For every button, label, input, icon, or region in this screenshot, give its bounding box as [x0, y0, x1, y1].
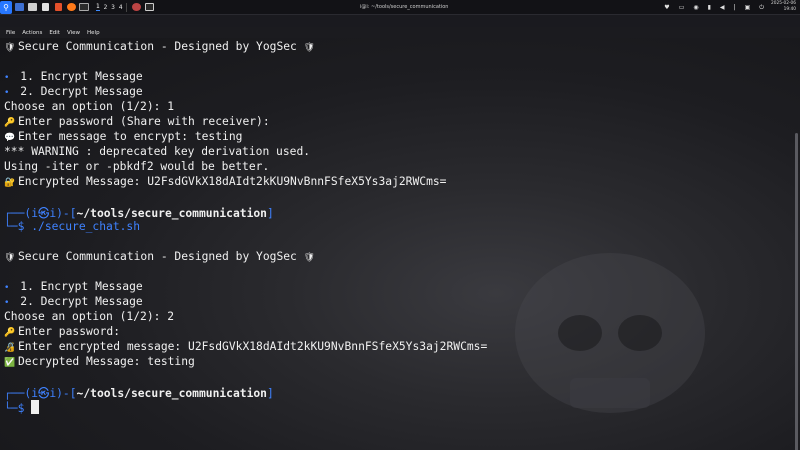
terminal-line: 💬 Enter message to encrypt: testing [4, 130, 243, 143]
terminal-line: • 1. Encrypt Message [4, 280, 143, 293]
prompt-close: ] [266, 207, 274, 220]
prompt-host: i)-[ [49, 387, 77, 400]
text-editor-icon[interactable] [39, 1, 51, 14]
text-cursor [31, 400, 40, 414]
bullet-icon: • [4, 73, 21, 83]
prompt-at: ㉿ [38, 207, 50, 220]
terminal-line: 🔑 Enter password (Share with receiver): [4, 115, 270, 128]
terminal-line: 🛡 Secure Communication - Designed by YogS… [4, 40, 318, 55]
window-title: i@i: ~/tools/secure_communication [360, 4, 449, 10]
terminal-line: 🛡 Secure Communication - Designed by YogS… [4, 250, 318, 265]
terminal-dropdown-icon[interactable] [78, 1, 90, 14]
system-tray: ♥ ▭ ◉ ▮ ◀ | ▣ ⏻ [664, 1, 764, 14]
terminal-line: • 1. Encrypt Message [4, 70, 143, 83]
shell-prompt: ┌──(i㉿i)-[~/tools/secure_communication] [4, 387, 274, 400]
terminal-line: ✅ Decrypted Message: testing [4, 355, 195, 368]
prompt-at: ㉿ [38, 387, 50, 400]
terminal-line: 🔐 Encrypted Message: U2FsdGVkX18dAIdt2kKU… [4, 175, 447, 188]
monitor-icon[interactable]: ▭ [679, 4, 685, 11]
key-icon: 🔑 [4, 328, 16, 338]
terminal-launcher-icon[interactable] [52, 1, 64, 14]
terminal-output[interactable]: 🛡 Secure Communication - Designed by YogS… [0, 38, 800, 450]
shell-prompt: ┌──(i㉿i)-[~/tools/secure_communication] [4, 207, 274, 220]
prompt-user: (i [24, 387, 39, 400]
prompt-user: (i [24, 207, 39, 220]
terminal-line: • 2. Decrypt Message [4, 85, 143, 98]
prompt-close: ] [266, 387, 274, 400]
power-icon[interactable]: ⏻ [759, 4, 764, 12]
workspace-3[interactable]: 3 [111, 4, 115, 11]
prompt-directory: ~/tools/secure_communication [76, 207, 267, 220]
lock-key-icon: 🔐 [4, 178, 16, 188]
shield-icon: 🛡 [303, 43, 316, 53]
file-manager-icon[interactable] [26, 1, 38, 14]
lock-icon[interactable]: ▣ [745, 4, 751, 11]
notification-icon[interactable]: ◉ [693, 4, 698, 11]
menu-actions[interactable]: Actions [22, 30, 42, 36]
show-desktop-icon[interactable] [13, 1, 25, 14]
battery-icon[interactable]: ▮ [708, 4, 711, 11]
workspace-4[interactable]: 4 [119, 4, 123, 11]
menu-help[interactable]: Help [87, 30, 100, 36]
clock-time: 19:40 [783, 7, 796, 12]
kali-menu-icon[interactable]: ⚲ [0, 0, 12, 14]
workspace-2[interactable]: 2 [104, 4, 108, 11]
menu-edit[interactable]: Edit [49, 30, 60, 36]
menu-file[interactable]: File [6, 30, 15, 36]
stamp-icon: 🔏 [4, 343, 16, 353]
window-titlebar [0, 15, 800, 27]
terminal-line: Choose an option (1/2): 1 [4, 100, 175, 113]
skull-wallpaper-graphic [515, 253, 705, 413]
key-icon: 🔑 [4, 118, 16, 128]
terminal-line: 🔏 Enter encrypted message: U2FsdGVkX18dAI… [4, 340, 488, 353]
checkmark-icon: ✅ [4, 358, 16, 368]
terminal-line: *** WARNING : deprecated key derivation … [4, 145, 311, 158]
workspace-1[interactable]: 1 [96, 3, 100, 11]
bullet-icon: • [4, 283, 21, 293]
top-panel: ⚲ 1 2 3 4 i@i: ~/tools/secure_communicat… [0, 0, 800, 15]
taskbar-terminal-icon[interactable] [144, 1, 156, 14]
terminal-line: Using -iter or -pbkdf2 would be better. [4, 160, 270, 173]
taskbar-app-icon[interactable] [131, 1, 143, 14]
firefox-icon[interactable] [65, 1, 77, 14]
clock[interactable]: 2025-02-06 19:40 [771, 1, 796, 13]
terminal-line: • 2. Decrypt Message [4, 295, 143, 308]
prompt-host: i)-[ [49, 207, 77, 220]
shell-command-line: └─$ ./secure_chat.sh [4, 220, 141, 233]
heart-icon[interactable]: ♥ [664, 4, 669, 11]
prompt-directory: ~/tools/secure_communication [76, 387, 267, 400]
separator: | [733, 4, 736, 11]
workspace-switcher: 1 2 3 4 [96, 3, 123, 11]
terminal-line: Choose an option (1/2): 2 [4, 310, 175, 323]
terminal-menubar: File Actions Edit View Help [0, 27, 800, 38]
shield-icon: 🛡 [4, 253, 16, 263]
menu-view[interactable]: View [67, 30, 80, 36]
terminal-line: 🔑 Enter password: [4, 325, 121, 338]
shield-icon: 🛡 [303, 253, 316, 263]
bullet-icon: • [4, 298, 21, 308]
terminal-scrollbar[interactable] [795, 133, 798, 450]
volume-icon[interactable]: ◀ [720, 4, 725, 11]
speech-bubble-icon: 💬 [4, 133, 16, 143]
bullet-icon: • [4, 88, 21, 98]
shell-command: ./secure_chat.sh [31, 220, 141, 233]
shield-icon: 🛡 [4, 43, 16, 53]
shell-input-line[interactable]: └─$ [4, 400, 40, 415]
